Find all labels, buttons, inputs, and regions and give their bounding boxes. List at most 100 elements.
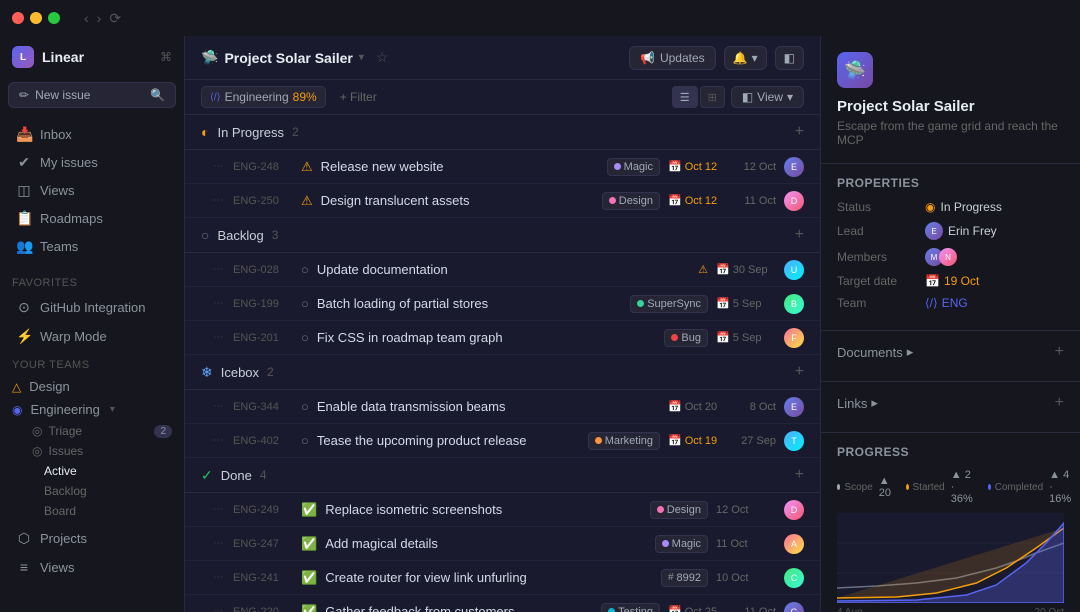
issue-tag[interactable]: SuperSync xyxy=(630,295,708,313)
display-button[interactable]: ◧ xyxy=(775,46,804,70)
grid-view-button[interactable]: ⊞ xyxy=(700,86,725,108)
team-engineering[interactable]: ◉ Engineering ▾ xyxy=(0,398,184,421)
notification-button[interactable]: 🔔 ▾ xyxy=(724,46,767,70)
icebox-add-button[interactable]: + xyxy=(795,363,804,381)
minimize-btn[interactable] xyxy=(30,12,42,24)
view-label: View xyxy=(757,90,783,104)
sidebar-item-views-bottom[interactable]: ≡ Views xyxy=(4,554,180,580)
sidebar-item-triage[interactable]: ◎ Triage 2 xyxy=(0,421,184,441)
updates-button[interactable]: 📢 Updates xyxy=(629,46,716,70)
group-header-in-progress[interactable]: ◐ In Progress 2 + xyxy=(185,115,820,150)
team-design[interactable]: △ Design xyxy=(0,375,184,398)
table-row[interactable]: ⋯ ENG-248 ⚠ Release new website Magic 📅 … xyxy=(185,150,820,184)
group-header-backlog[interactable]: ○ Backlog 3 + xyxy=(185,218,820,253)
issue-tag[interactable]: Magic xyxy=(655,535,708,553)
sidebar-item-backlog[interactable]: Backlog xyxy=(0,481,184,501)
icebox-status-icon: ❄ xyxy=(201,364,213,381)
table-row[interactable]: ⋯ ENG-250 ⚠ Design translucent assets De… xyxy=(185,184,820,218)
status-icon: ✅ xyxy=(301,570,317,586)
history-button[interactable]: ⟳ xyxy=(109,10,121,27)
team-value[interactable]: ⟨/⟩ ENG xyxy=(925,296,968,310)
group-header-done[interactable]: ✓ Done 4 + xyxy=(185,458,820,493)
issue-tag[interactable]: Magic xyxy=(607,158,660,176)
star-icon[interactable]: ☆ xyxy=(376,49,389,66)
issue-tag[interactable]: # 8992 xyxy=(661,569,708,587)
drag-handle-icon[interactable]: ⋯ xyxy=(213,298,223,309)
documents-add-button[interactable]: + xyxy=(1055,343,1064,361)
sidebar-item-issues[interactable]: ◎ Issues xyxy=(0,441,184,461)
rp-members-row: Members M N xyxy=(837,248,1064,266)
lead-value[interactable]: E Erin Frey xyxy=(925,222,997,240)
forward-button[interactable]: › xyxy=(97,10,102,27)
drag-handle-icon[interactable]: ⋯ xyxy=(213,195,223,206)
documents-title[interactable]: Documents ▸ xyxy=(837,344,913,360)
back-button[interactable]: ‹ xyxy=(84,10,89,27)
issue-id: ENG-199 xyxy=(233,298,293,310)
issue-tag[interactable]: Marketing xyxy=(588,432,660,450)
sidebar-item-myissues[interactable]: ✔ My issues xyxy=(4,149,180,176)
table-row[interactable]: ⋯ ENG-199 ○ Batch loading of partial sto… xyxy=(185,287,820,321)
target-date-text: 19 Oct xyxy=(944,274,979,288)
new-issue-button[interactable]: ✏ New issue 🔍 xyxy=(8,82,176,108)
drag-handle-icon[interactable]: ⋯ xyxy=(213,401,223,412)
sidebar-item-board[interactable]: Board xyxy=(0,501,184,521)
search-icon[interactable]: 🔍 xyxy=(150,88,165,102)
roadmaps-icon: 📋 xyxy=(16,210,32,227)
tag-label: Magic xyxy=(624,161,653,173)
tag-dot-icon xyxy=(609,197,616,204)
issue-tag[interactable]: Bug xyxy=(664,329,708,347)
backlog-add-button[interactable]: + xyxy=(795,226,804,244)
links-add-button[interactable]: + xyxy=(1055,394,1064,412)
issue-date: 📅 5 Sep xyxy=(716,331,776,344)
table-row[interactable]: ⋯ ENG-247 ✅ Add magical details Magic 11… xyxy=(185,527,820,561)
done-add-button[interactable]: + xyxy=(795,466,804,484)
sidebar-item-projects[interactable]: ⬡ Projects xyxy=(4,525,180,552)
sidebar-item-roadmaps[interactable]: 📋 Roadmaps xyxy=(4,205,180,232)
close-btn[interactable] xyxy=(12,12,24,24)
drag-handle-icon[interactable]: ⋯ xyxy=(213,435,223,446)
sidebar-item-inbox[interactable]: 📥 Inbox xyxy=(4,121,180,148)
issue-tag[interactable]: Testing xyxy=(601,603,660,612)
date-value: Oct 12 xyxy=(685,195,717,207)
table-row[interactable]: ⋯ ENG-241 ✅ Create router for view link … xyxy=(185,561,820,595)
drag-handle-icon[interactable]: ⋯ xyxy=(213,504,223,515)
drag-handle-icon[interactable]: ⋯ xyxy=(213,332,223,343)
sidebar-item-warp[interactable]: ⚡ Warp Mode xyxy=(4,323,180,350)
rp-progress: Progress Scope ▲ 20 Started ▲ 2 · 36% Co… xyxy=(821,433,1080,612)
status-value[interactable]: ◉ In Progress xyxy=(925,200,1002,214)
table-row[interactable]: ⋯ ENG-028 ○ Update documentation ⚠ 📅 30 … xyxy=(185,253,820,287)
drag-handle-icon[interactable]: ⋯ xyxy=(213,606,223,612)
issue-tag[interactable]: Design xyxy=(650,501,708,519)
app-header[interactable]: L Linear ⌘ xyxy=(0,36,184,78)
view-options-button[interactable]: ◧ View ▾ xyxy=(731,86,804,108)
drag-handle-icon[interactable]: ⋯ xyxy=(213,538,223,549)
table-row[interactable]: ⋯ ENG-344 ○ Enable data transmission bea… xyxy=(185,390,820,424)
project-title[interactable]: 🛸 Project Solar Sailer ▾ xyxy=(201,49,364,66)
table-row[interactable]: ⋯ ENG-201 ○ Fix CSS in roadmap team grap… xyxy=(185,321,820,355)
sidebar-item-teams[interactable]: 👥 Teams xyxy=(4,233,180,260)
target-date-value[interactable]: 📅 19 Oct xyxy=(925,274,979,288)
table-row[interactable]: ⋯ ENG-249 ✅ Replace isometric screenshot… xyxy=(185,493,820,527)
drag-handle-icon[interactable]: ⋯ xyxy=(213,572,223,583)
sidebar-item-warp-label: Warp Mode xyxy=(40,329,107,344)
maximize-btn[interactable] xyxy=(48,12,60,24)
links-title[interactable]: Links ▸ xyxy=(837,395,878,411)
engineering-filter[interactable]: ⟨/⟩ Engineering 89% xyxy=(201,86,326,108)
drag-handle-icon[interactable]: ⋯ xyxy=(213,161,223,172)
sidebar-item-active[interactable]: Active xyxy=(0,461,184,481)
drag-handle-icon[interactable]: ⋯ xyxy=(213,264,223,275)
table-row[interactable]: ⋯ ENG-220 ✅ Gather feedback from custome… xyxy=(185,595,820,612)
issue-tag[interactable]: Design xyxy=(602,192,660,210)
group-header-icebox[interactable]: ❄ Icebox 2 + xyxy=(185,355,820,390)
in-progress-add-button[interactable]: + xyxy=(795,123,804,141)
members-value[interactable]: M N xyxy=(925,248,953,266)
engineering-filter-icon: ⟨/⟩ xyxy=(210,92,221,103)
status-icon: ⚠ xyxy=(301,159,313,175)
add-filter-button[interactable]: + Filter xyxy=(334,87,383,107)
sidebar-item-views[interactable]: ◫ Views xyxy=(4,177,180,204)
list-view-button[interactable]: ☰ xyxy=(672,86,698,108)
links-label: Links xyxy=(837,396,867,411)
sidebar-item-github[interactable]: ⊙ GitHub Integration xyxy=(4,294,180,321)
table-row[interactable]: ⋯ ENG-402 ○ Tease the upcoming product r… xyxy=(185,424,820,458)
backlog-label: Backlog xyxy=(44,484,87,498)
